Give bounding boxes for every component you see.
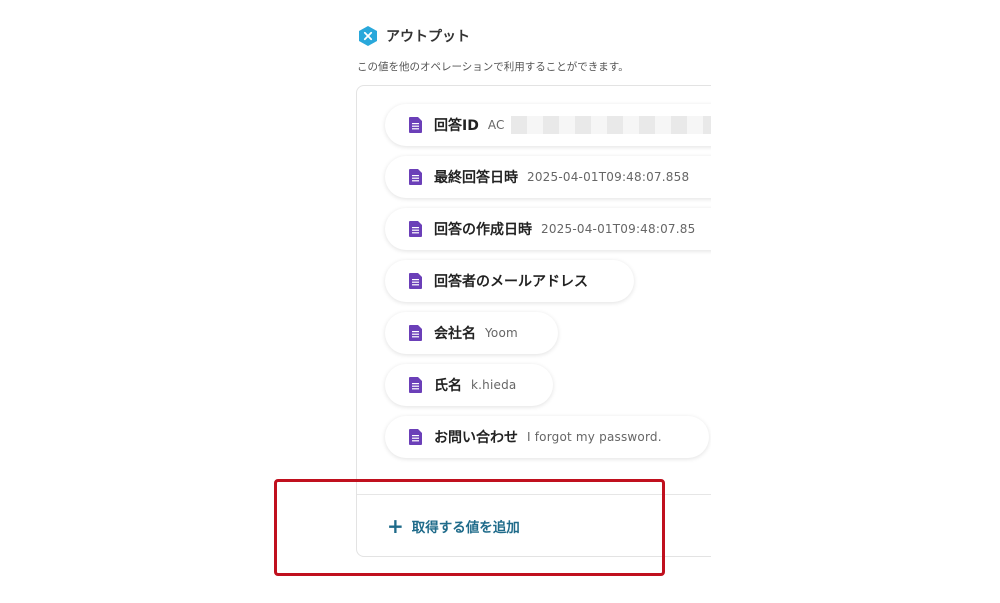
- output-item-created-time[interactable]: 回答の作成日時 2025-04-01T09:48:07.85: [385, 208, 711, 250]
- item-label: 回答ID: [434, 118, 479, 134]
- output-item-company-name[interactable]: 会社名 Yoom: [385, 312, 558, 354]
- redacted-value: [510, 116, 711, 134]
- close-hex-icon: [359, 26, 377, 46]
- item-label: 回答者のメールアドレス: [434, 274, 588, 290]
- output-header: アウトプット: [357, 23, 470, 49]
- google-forms-doc-icon: [409, 325, 422, 341]
- item-value: I forgot my password.: [527, 430, 662, 444]
- output-item-full-name[interactable]: 氏名 k.hieda: [385, 364, 553, 406]
- google-forms-doc-icon: [409, 169, 422, 185]
- item-value: 2025-04-01T09:48:07.858: [527, 170, 690, 184]
- item-value: k.hieda: [471, 378, 517, 392]
- item-label: お問い合わせ: [434, 430, 518, 446]
- item-label: 回答の作成日時: [434, 222, 532, 238]
- item-value: Yoom: [485, 326, 518, 340]
- google-forms-doc-icon: [409, 429, 422, 445]
- output-description: この値を他のオペレーションで利用することができます。: [357, 61, 629, 73]
- google-forms-doc-icon: [409, 221, 422, 237]
- item-value: AC: [487, 118, 505, 132]
- output-item-respondent-email[interactable]: 回答者のメールアドレス: [385, 260, 634, 302]
- output-item-last-response-time[interactable]: 最終回答日時 2025-04-01T09:48:07.858: [385, 156, 711, 198]
- output-title: アウトプット: [386, 29, 470, 45]
- output-item-response-id[interactable]: 回答ID AC: [385, 104, 711, 146]
- highlight-annotation-box: [274, 479, 665, 576]
- google-forms-doc-icon: [409, 273, 422, 289]
- item-label: 氏名: [434, 378, 462, 394]
- item-value: 2025-04-01T09:48:07.85: [541, 222, 696, 236]
- item-label: 会社名: [434, 326, 476, 342]
- item-label: 最終回答日時: [434, 170, 518, 186]
- google-forms-doc-icon: [409, 117, 422, 133]
- output-item-inquiry[interactable]: お問い合わせ I forgot my password.: [385, 416, 709, 458]
- google-forms-doc-icon: [409, 377, 422, 393]
